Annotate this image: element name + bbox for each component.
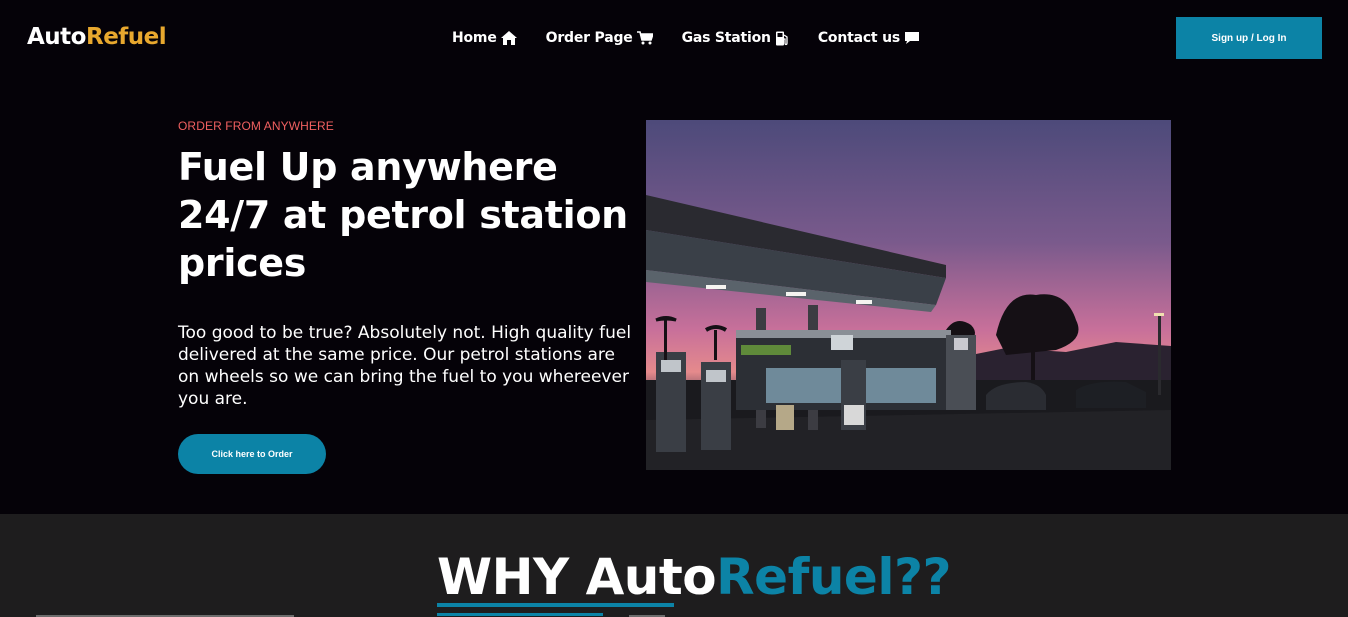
- hero-eyebrow: ORDER FROM ANYWHERE: [178, 119, 334, 133]
- hero-description: Too good to be true? Absolutely not. Hig…: [178, 323, 632, 409]
- why-heading-accent: Refuel??: [716, 548, 951, 606]
- signup-login-button[interactable]: Sign up / Log In: [1176, 17, 1322, 59]
- gas-station-image: [646, 120, 1171, 470]
- heading-underline-secondary: [437, 613, 603, 616]
- nav-gas-label: Gas Station: [681, 30, 771, 46]
- cart-icon: [636, 31, 653, 45]
- nav-contact[interactable]: Contact us: [818, 30, 920, 46]
- order-button[interactable]: Click here to Order: [178, 434, 326, 474]
- hero-headline: Fuel Up anywhere 24/7 at petrol station …: [178, 145, 628, 285]
- heading-underline: [437, 603, 674, 607]
- comment-icon: [905, 32, 919, 44]
- nav-order-label: Order Page: [545, 30, 633, 46]
- nav-gas-station[interactable]: Gas Station: [682, 30, 789, 46]
- logo-part-refuel: Refuel: [85, 24, 167, 50]
- home-icon: [500, 31, 517, 45]
- nav-home-label: Home: [452, 30, 497, 46]
- nav-contact-label: Contact us: [817, 30, 900, 46]
- nav-home[interactable]: Home: [452, 30, 517, 46]
- gas-pump-icon: [775, 31, 788, 45]
- why-heading-white: WHY Auto: [437, 548, 717, 606]
- nav-order-page[interactable]: Order Page: [546, 30, 653, 46]
- logo[interactable]: AutoRefuel: [27, 24, 167, 50]
- main-nav: Home Order Page Gas Station Contact us: [452, 30, 949, 46]
- logo-part-auto: Auto: [27, 24, 86, 50]
- why-autorefuel-heading: WHY AutoRefuel??: [437, 549, 951, 605]
